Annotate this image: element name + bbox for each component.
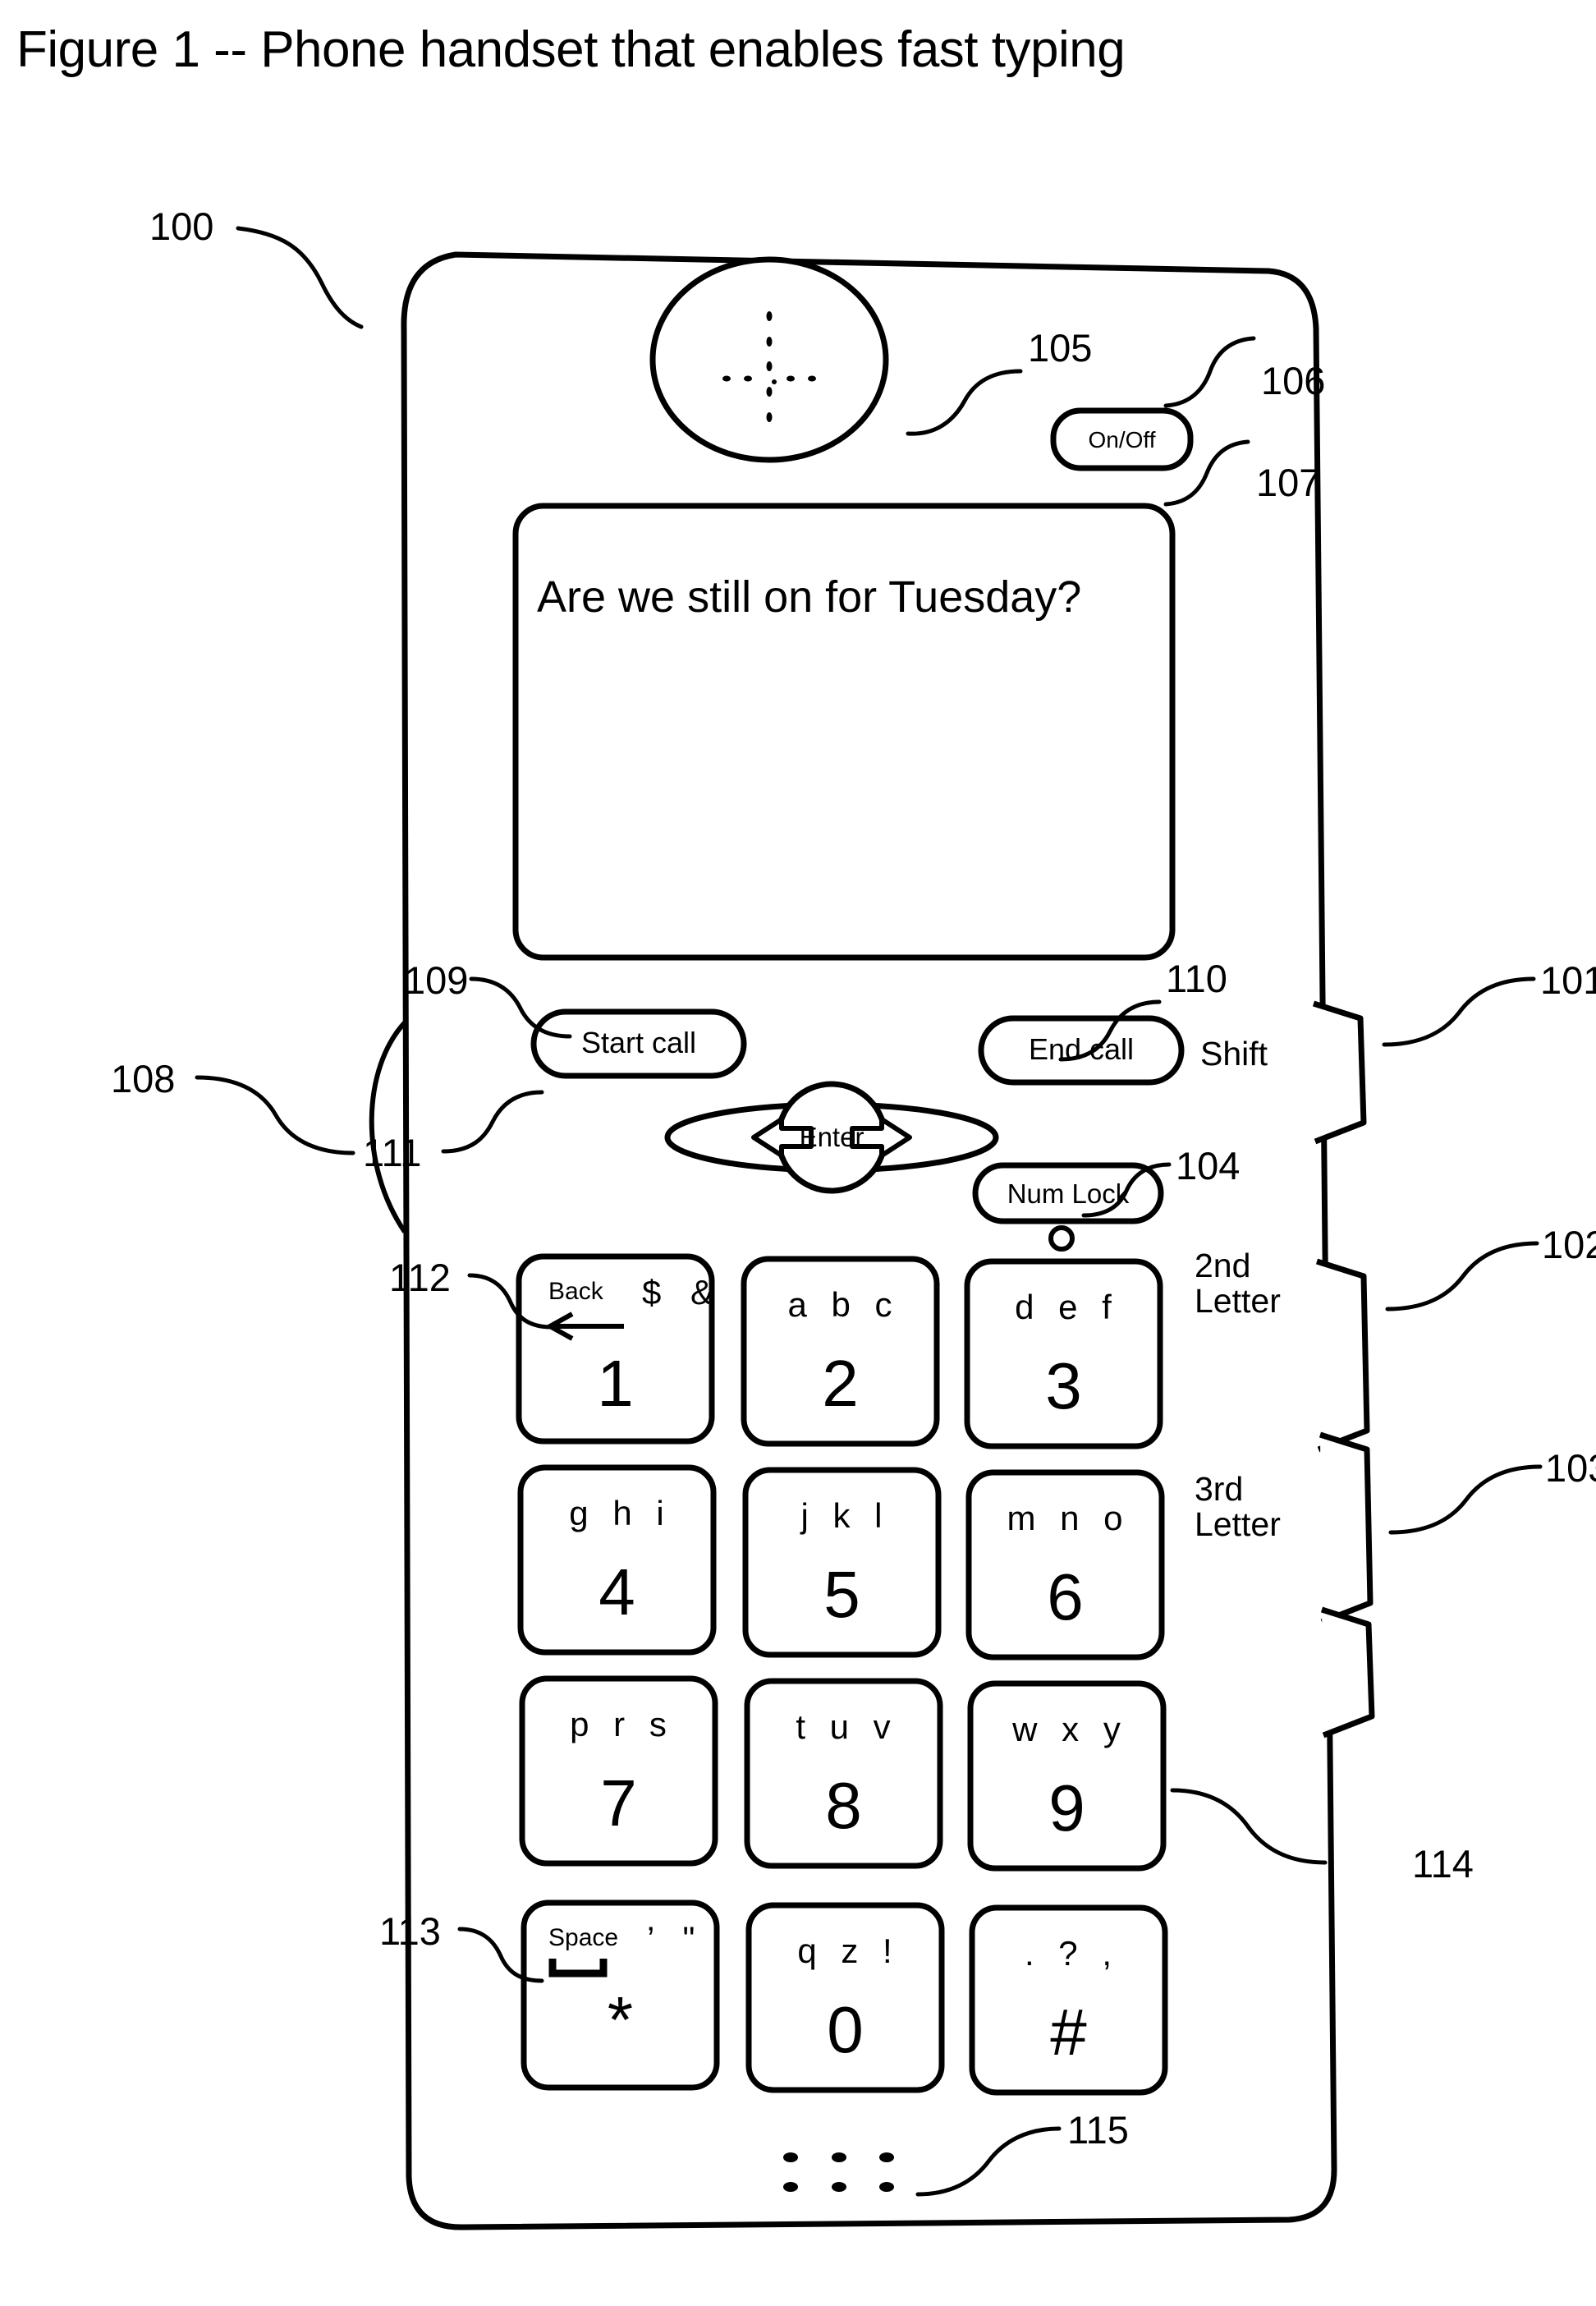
display-message: Are we still on for Tuesday? <box>537 572 1082 622</box>
ref-114: 114 <box>1412 1842 1474 1886</box>
power-button-label[interactable]: On/Off <box>1053 429 1190 452</box>
patent-figure: Figure 1 -- Phone handset that enables f… <box>0 0 1596 2306</box>
key-4-digit[interactable]: 4 <box>521 1560 713 1625</box>
key-5-digit[interactable]: 5 <box>745 1562 938 1628</box>
side-button-3rd-letter-label[interactable]: 3rd Letter <box>1195 1470 1281 1544</box>
backspace-arrow-icon <box>544 1311 624 1341</box>
key-star-digit[interactable]: * <box>524 1987 717 2053</box>
ref-110: 110 <box>1166 957 1227 1000</box>
leader-115 <box>915 2126 1062 2197</box>
end-call-label[interactable]: End call <box>981 1035 1181 1064</box>
side-bulge-icon <box>369 1018 409 1233</box>
space-bar-icon <box>548 1959 608 1978</box>
earpiece-dot-pattern <box>722 311 816 422</box>
ref-103: 103 <box>1545 1446 1596 1490</box>
leader-101 <box>1382 976 1536 1047</box>
num-lock-label[interactable]: Num Lock <box>975 1180 1161 1207</box>
key-8-digit[interactable]: 8 <box>747 1773 940 1839</box>
side-button-3rd-letter-shape-lower <box>1320 1606 1375 1739</box>
ref-105: 105 <box>1028 326 1093 370</box>
side-button-2nd-letter-label[interactable]: 2nd Letter <box>1195 1247 1281 1321</box>
key-star-symbols[interactable]: ’ " <box>647 1922 704 1956</box>
side-button-3rd-letter-line1: 3rd <box>1195 1470 1244 1508</box>
key-1-digit[interactable]: 1 <box>519 1351 712 1417</box>
leader-100 <box>236 226 364 329</box>
side-button-shift-shape <box>1312 1000 1367 1145</box>
key-2-letters[interactable]: a b c <box>744 1288 943 1322</box>
ref-115: 115 <box>1067 2108 1129 2152</box>
start-call-label[interactable]: Start call <box>534 1028 744 1058</box>
leader-112 <box>467 1273 554 1330</box>
side-button-3rd-letter-line2: Letter <box>1195 1505 1281 1544</box>
key-9-letters[interactable]: w x y <box>970 1712 1170 1747</box>
side-button-shift-label[interactable]: Shift <box>1200 1036 1268 1072</box>
figure-title: Figure 1 -- Phone handset that enables f… <box>16 21 1126 78</box>
leader-105 <box>906 369 1023 436</box>
side-button-2nd-letter-line1: 2nd <box>1195 1247 1251 1284</box>
enter-button-label[interactable]: Enter <box>778 1123 885 1151</box>
key-star-space-label[interactable]: Space <box>548 1926 618 1950</box>
side-button-2nd-letter-shape <box>1315 1258 1370 1453</box>
key-3-letters[interactable]: d e f <box>967 1290 1167 1325</box>
ref-108: 108 <box>111 1057 176 1100</box>
ref-101: 101 <box>1540 958 1596 1002</box>
ref-106: 106 <box>1261 359 1326 402</box>
leader-102 <box>1385 1241 1539 1311</box>
ref-113: 113 <box>379 1909 441 1953</box>
key-0-digit[interactable]: 0 <box>749 1997 942 2063</box>
led-indicator-icon <box>1048 1225 1075 1252</box>
microphone-dots-icon <box>783 2152 894 2192</box>
leader-113 <box>457 1927 544 1983</box>
ref-111: 111 <box>363 1131 422 1174</box>
key-0-letters[interactable]: q z ! <box>749 1934 948 1968</box>
key-6-letters[interactable]: m n o <box>969 1501 1168 1536</box>
key-7-letters[interactable]: p r s <box>522 1707 722 1742</box>
key-9-digit[interactable]: 9 <box>970 1775 1163 1841</box>
key-1-symbols[interactable]: $ & <box>642 1275 723 1310</box>
key-3-digit[interactable]: 3 <box>967 1353 1160 1419</box>
side-button-3rd-letter-shape <box>1319 1431 1374 1625</box>
ref-112: 112 <box>389 1256 451 1299</box>
ref-100: 100 <box>149 204 214 248</box>
ref-102: 102 <box>1542 1223 1596 1266</box>
key-1-back-label[interactable]: Back <box>548 1279 603 1304</box>
side-button-2nd-letter-line2: Letter <box>1195 1282 1281 1321</box>
leader-106 <box>1163 336 1256 408</box>
key-6-digit[interactable]: 6 <box>969 1564 1162 1630</box>
leader-108 <box>195 1075 355 1155</box>
ref-109: 109 <box>404 958 469 1002</box>
key-5-letters[interactable]: j k l <box>745 1499 945 1533</box>
key-hash-letters[interactable]: . ? , <box>972 1936 1172 1971</box>
leader-114 <box>1170 1788 1328 1865</box>
ref-104: 104 <box>1176 1144 1241 1187</box>
key-2-digit[interactable]: 2 <box>744 1351 937 1417</box>
ref-107: 107 <box>1256 461 1321 504</box>
leader-111 <box>441 1090 544 1154</box>
key-7-digit[interactable]: 7 <box>522 1771 715 1836</box>
leader-103 <box>1388 1464 1543 1535</box>
key-8-letters[interactable]: t u v <box>747 1710 947 1744</box>
key-hash-digit[interactable]: # <box>972 2000 1165 2065</box>
key-4-letters[interactable]: g h i <box>521 1496 720 1531</box>
earpiece-icon <box>649 256 889 463</box>
